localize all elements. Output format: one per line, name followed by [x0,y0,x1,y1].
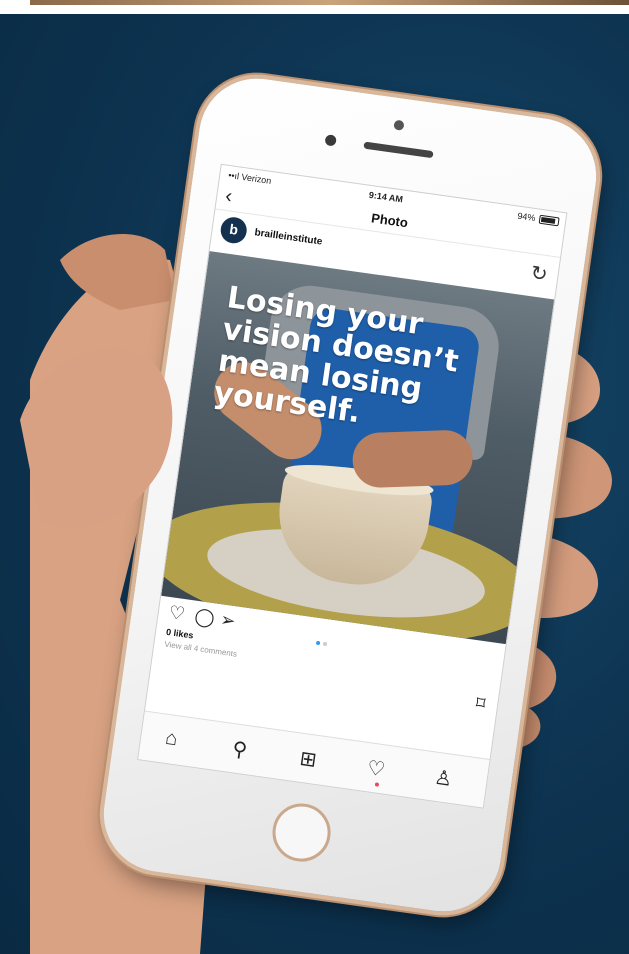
thumb [20,348,173,528]
